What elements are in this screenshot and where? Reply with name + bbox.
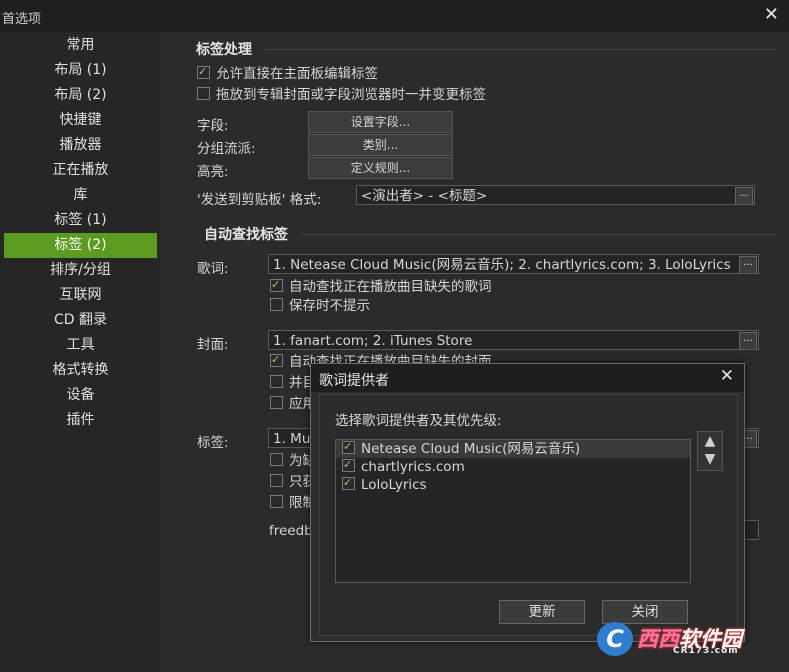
- sidebar-item[interactable]: CD 翻录: [4, 308, 157, 333]
- sidebar-item[interactable]: 插件: [4, 408, 157, 433]
- clipboard-format-field[interactable]: <演出者> - <标题> ...: [356, 185, 755, 205]
- lyrics-label: 歌词:: [197, 261, 229, 277]
- allow-edit-checkbox[interactable]: 允许直接在主面板编辑标签: [197, 63, 378, 83]
- move-down-icon[interactable]: ▼: [698, 450, 722, 468]
- watermark-logo: C 西西软件园 CR173.com: [597, 620, 767, 658]
- define-rules-button[interactable]: 定义规则...: [308, 157, 453, 179]
- lyrics-provider-dialog: 歌词提供者 ✕ 选择歌词提供者及其优先级: Netease Cloud Musi…: [310, 363, 745, 642]
- tags-label: 标签:: [197, 435, 229, 451]
- checkbox[interactable]: [270, 276, 283, 294]
- freedb-label: freedb: [269, 523, 313, 539]
- checkbox[interactable]: [270, 298, 283, 311]
- ellipsis-button[interactable]: ...: [735, 187, 753, 204]
- checkbox[interactable]: [342, 438, 355, 456]
- lyrics-no-prompt-checkbox[interactable]: 保存时不提示: [270, 297, 370, 315]
- checkbox[interactable]: [342, 456, 355, 474]
- sidebar-item[interactable]: 排序/分组: [4, 258, 157, 283]
- sidebar-item[interactable]: 常用: [4, 33, 157, 58]
- provider-prompt: 选择歌词提供者及其优先级:: [335, 413, 502, 429]
- ellipsis-button[interactable]: ...: [739, 332, 757, 349]
- sidebar-item[interactable]: 设备: [4, 383, 157, 408]
- checkbox[interactable]: [270, 495, 283, 508]
- window-titlebar: 首选项 ✕: [0, 0, 789, 32]
- fields-label: 字段:: [197, 118, 229, 134]
- priority-arrows: ▲ ▼: [697, 431, 723, 471]
- dialog-titlebar: 歌词提供者 ✕: [311, 364, 744, 392]
- ellipsis-button[interactable]: ...: [739, 256, 757, 273]
- dialog-title: 歌词提供者: [319, 373, 389, 389]
- sidebar-item[interactable]: 快捷键: [4, 108, 157, 133]
- lyrics-providers-field[interactable]: 1. Netease Cloud Music(网易云音乐); 2. chartl…: [268, 254, 759, 274]
- provider-item[interactable]: LoloLyrics: [336, 474, 690, 494]
- sidebar-item[interactable]: 播放器: [4, 133, 157, 158]
- checkbox[interactable]: [197, 87, 210, 100]
- update-button[interactable]: 更新: [499, 600, 585, 624]
- sidebar-item[interactable]: 格式转换: [4, 358, 157, 383]
- clipboard-format-label: '发送到剪贴板' 格式:: [197, 192, 322, 208]
- sidebar-item[interactable]: 正在播放: [4, 158, 157, 183]
- checkbox[interactable]: [197, 63, 210, 81]
- section-divider: [302, 234, 776, 235]
- provider-item[interactable]: chartlyrics.com: [336, 456, 690, 476]
- provider-item[interactable]: Netease Cloud Music(网易云音乐): [336, 438, 690, 458]
- move-up-icon[interactable]: ▲: [698, 432, 722, 450]
- grouping-label: 分组流派:: [197, 141, 256, 157]
- section-title-auto-tag: 自动查找标签: [204, 227, 288, 243]
- drag-drop-checkbox[interactable]: 拖放到专辑封面或字段浏览器时一并变更标签: [197, 86, 486, 104]
- watermark-logo-icon: C: [597, 622, 633, 656]
- checkbox[interactable]: [270, 375, 283, 388]
- cover-providers-field[interactable]: 1. fanart.com; 2. iTunes Store ...: [268, 330, 759, 350]
- highlight-label: 高亮:: [197, 164, 229, 180]
- close-icon[interactable]: ✕: [764, 4, 779, 25]
- checkbox[interactable]: [270, 351, 283, 369]
- sidebar-item[interactable]: 工具: [4, 333, 157, 358]
- categories-button[interactable]: 类别...: [308, 134, 453, 156]
- provider-list[interactable]: Netease Cloud Music(网易云音乐)chartlyrics.co…: [335, 438, 691, 583]
- checkbox[interactable]: [342, 474, 355, 492]
- window-title: 首选项: [2, 12, 42, 27]
- sidebar-item[interactable]: 布局 (1): [4, 58, 157, 83]
- section-divider: [266, 49, 776, 50]
- sidebar: 常用 布局 (1) 布局 (2) 快捷键 播放器 正在播放库标签 (1) 标签 (2) 排序/…: [0, 32, 160, 672]
- close-icon[interactable]: ✕: [720, 366, 734, 386]
- sidebar-item[interactable]: 标签 (2): [4, 233, 157, 258]
- checkbox[interactable]: [270, 396, 283, 409]
- set-fields-button[interactable]: 设置字段...: [308, 111, 453, 133]
- section-title-tag-processing: 标签处理: [196, 42, 252, 58]
- checkbox[interactable]: [270, 474, 283, 487]
- sidebar-item[interactable]: 互联网: [4, 283, 157, 308]
- checkbox[interactable]: [270, 453, 283, 466]
- lyrics-auto-checkbox[interactable]: 自动查找正在播放曲目缺失的歌词: [270, 276, 492, 296]
- cover-label: 封面:: [197, 337, 229, 353]
- sidebar-item[interactable]: 标签 (1): [4, 208, 157, 233]
- sidebar-item[interactable]: 库: [4, 183, 157, 208]
- sidebar-item[interactable]: 布局 (2): [4, 83, 157, 108]
